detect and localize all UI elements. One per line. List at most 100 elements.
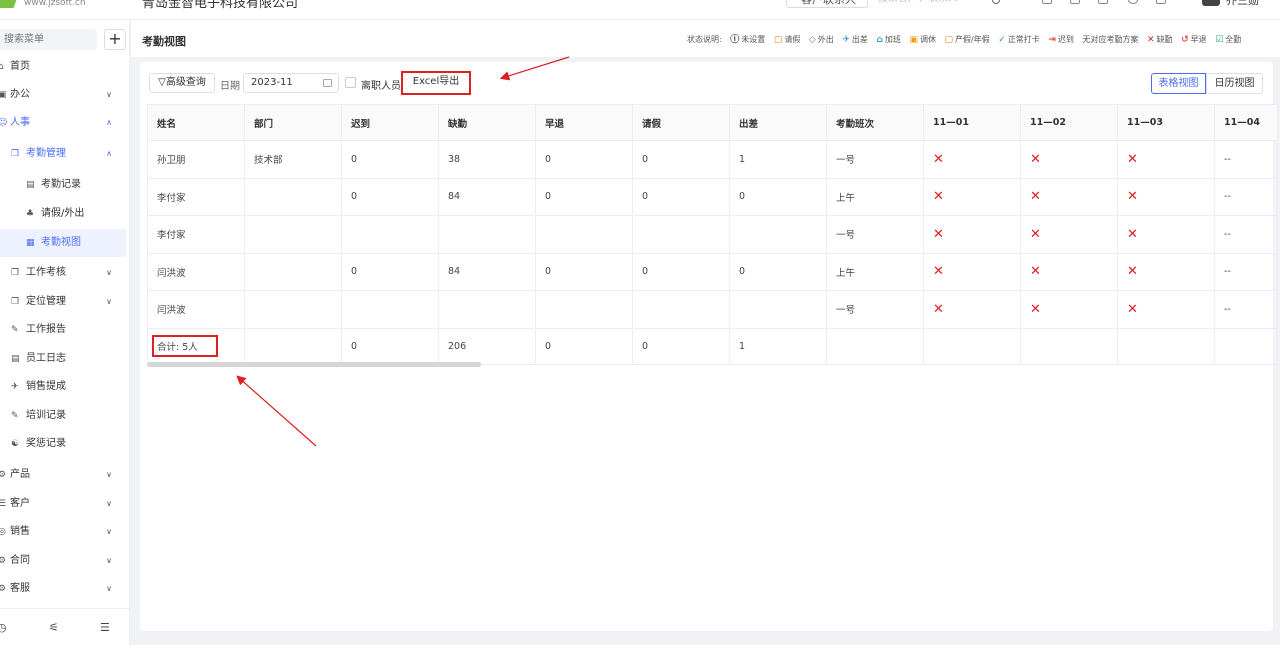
col-trip[interactable]: 出差: [729, 104, 827, 141]
resigned-checkbox[interactable]: [345, 77, 356, 88]
add-menu-button[interactable]: +: [104, 29, 126, 50]
sidebar-item-leave[interactable]: ♣ 请假/外出: [0, 200, 126, 228]
col-day-03[interactable]: 11—03: [1117, 104, 1215, 141]
legend-full: ☑ 全勤: [1215, 35, 1242, 45]
absent-x-icon[interactable]: ✕: [1020, 140, 1118, 179]
table-row[interactable]: 闫洪波 0 84 0 0 0 上午 ✕ ✕ ✕ --: [147, 252, 1278, 291]
log-icon: ▤: [11, 354, 20, 364]
sidebar-item-training[interactable]: ✎ 培训记录: [0, 402, 126, 430]
leave-icon: ▢: [773, 35, 783, 45]
horizontal-scrollbar[interactable]: [147, 362, 481, 367]
absent-x-icon[interactable]: ✕: [1117, 290, 1215, 329]
sidebar-item-log[interactable]: ▤ 员工日志: [0, 345, 126, 373]
sidebar-item-sales[interactable]: ◎ 销售 ∨: [0, 518, 126, 546]
sidebar-item-attendance-view[interactable]: ▦ 考勤视图: [0, 229, 126, 257]
table-row[interactable]: 李付家 一号 ✕ ✕ ✕ --: [147, 215, 1278, 254]
sidebar-item-reward[interactable]: ☯ 奖惩记录: [0, 430, 126, 458]
cell-shift: 上午: [826, 252, 924, 291]
contact-button[interactable]: 客户联系人: [786, 0, 868, 8]
col-absent[interactable]: 缺勤: [438, 104, 536, 141]
sidebar-item-contract[interactable]: ⚙ 合同 ∨: [0, 547, 126, 575]
absent-x-icon[interactable]: ✕: [923, 140, 1021, 179]
filter-settings-icon[interactable]: ⚟: [49, 621, 59, 634]
absent-x-icon[interactable]: ✕: [1020, 215, 1118, 254]
cell-total-early: 0: [535, 327, 633, 365]
sidebar-item-personnel[interactable]: ☺ 人事 ∧: [0, 109, 126, 137]
top-bar: www.jzsoft.cn 青岛金智电子科技有限公司 客户联系人 搜索客户、联系…: [0, 0, 1280, 20]
col-shift[interactable]: 考勤班次: [826, 104, 924, 141]
absent-x-icon[interactable]: ✕: [1117, 215, 1215, 254]
absent-x-icon[interactable]: ✕: [1117, 140, 1215, 179]
col-late[interactable]: 迟到: [341, 104, 439, 141]
cell-total-absent: 206: [438, 327, 536, 365]
training-icon: ✎: [11, 411, 19, 421]
menu-search-input[interactable]: [0, 29, 97, 50]
sidebar-item-commission[interactable]: ✈ 销售提成: [0, 373, 126, 401]
cell-trip: [729, 215, 827, 254]
table-row[interactable]: 孙卫朋 技术部 0 38 0 0 1 一号 ✕ ✕ ✕ --: [147, 140, 1278, 179]
sidebar-item-customer[interactable]: ☰ 客户 ∨: [0, 490, 126, 518]
cell-late: 0: [341, 252, 439, 291]
late-icon: ⇥: [1048, 35, 1056, 45]
legend-late: ⇥ 迟到: [1048, 35, 1074, 45]
sidebar-item-product[interactable]: ⚙ 产品 ∨: [0, 461, 126, 489]
col-day-02[interactable]: 11—02: [1020, 104, 1118, 141]
absent-x-icon[interactable]: ✕: [1117, 252, 1215, 291]
app-icon[interactable]: [1098, 0, 1108, 4]
absent-x-icon[interactable]: ✕: [1020, 290, 1118, 329]
absent-x-icon[interactable]: ✕: [923, 252, 1021, 291]
col-dept[interactable]: 部门: [244, 104, 342, 141]
cell-leave: [632, 290, 730, 329]
avatar[interactable]: [1202, 0, 1220, 6]
commission-icon: ✈: [11, 382, 19, 392]
clock-icon[interactable]: ◷: [0, 621, 7, 634]
help-icon[interactable]: [1128, 0, 1138, 4]
sidebar-item-attendance-mgmt[interactable]: ❐ 考勤管理 ∧: [0, 140, 126, 168]
sidebar-item-office[interactable]: ▣ 办公 ∨: [0, 81, 126, 109]
cell-total-trip: 1: [729, 327, 827, 365]
settings-icon[interactable]: [1156, 0, 1166, 4]
col-leave[interactable]: 请假: [632, 104, 730, 141]
sidebar-item-assessment[interactable]: ❐ 工作考核 ∨: [0, 259, 126, 287]
table-row[interactable]: 李付家 0 84 0 0 0 上午 ✕ ✕ ✕ --: [147, 177, 1278, 216]
cell-total-late: 0: [341, 327, 439, 365]
sidebar-item-report[interactable]: ✎ 工作报告: [0, 316, 126, 344]
username[interactable]: 乔三勋: [1226, 0, 1259, 8]
cell-name: 闫洪波: [147, 290, 245, 329]
message-icon[interactable]: [1042, 0, 1052, 4]
location-icon: ❐: [11, 297, 20, 307]
sidebar-item-location[interactable]: ❐ 定位管理 ∨: [0, 288, 126, 316]
info-icon: ⓘ: [730, 35, 740, 45]
table-row[interactable]: 闫洪波 一号 ✕ ✕ ✕ --: [147, 290, 1278, 329]
chevron-up-icon: ∧: [106, 149, 112, 158]
date-picker[interactable]: 2023-11: [243, 73, 339, 93]
notice-icon[interactable]: [1070, 0, 1080, 4]
sidebar-item-home[interactable]: ⌂ 首页: [0, 53, 126, 81]
chevron-down-icon: ∨: [106, 470, 112, 479]
chevron-down-icon: ∨: [106, 527, 112, 536]
chevron-down-icon: ∨: [106, 499, 112, 508]
absent-x-icon[interactable]: ✕: [1117, 177, 1215, 216]
advanced-query-button[interactable]: ▽高级查询: [149, 73, 215, 93]
status-legend: 状态说明: ⓘ 未设置 ▢ 请假 ◇ 外出 ✈ 出差 ⌂ 加班 ▣ 调休 ▢ 产假/年假 ✓ 正…: [687, 32, 1247, 46]
global-search-input[interactable]: 搜索客户、联系人: [870, 0, 1010, 8]
absent-x-icon[interactable]: ✕: [923, 215, 1021, 254]
cell-late: [341, 215, 439, 254]
table-view-tab[interactable]: 表格视图: [1151, 73, 1206, 94]
col-day-04[interactable]: 11—04: [1214, 104, 1278, 141]
col-day-01[interactable]: 11—01: [923, 104, 1021, 141]
col-name[interactable]: 姓名: [147, 104, 245, 141]
col-early[interactable]: 早退: [535, 104, 633, 141]
calendar-view-tab[interactable]: 日历视图: [1206, 73, 1263, 94]
customer-icon: ☰: [0, 499, 7, 509]
sidebar-item-attendance-record[interactable]: ▤ 考勤记录: [0, 171, 126, 199]
absent-x-icon[interactable]: ✕: [923, 177, 1021, 216]
absent-x-icon[interactable]: ✕: [1020, 177, 1118, 216]
cell-late: 0: [341, 140, 439, 179]
absent-x-icon[interactable]: ✕: [923, 290, 1021, 329]
cell-leave: 0: [632, 252, 730, 291]
sidebar-item-service[interactable]: ⚙ 客服 ∨: [0, 575, 126, 603]
absent-x-icon[interactable]: ✕: [1020, 252, 1118, 291]
collapse-menu-icon[interactable]: ☰: [100, 621, 110, 634]
assessment-icon: ❐: [11, 268, 20, 278]
